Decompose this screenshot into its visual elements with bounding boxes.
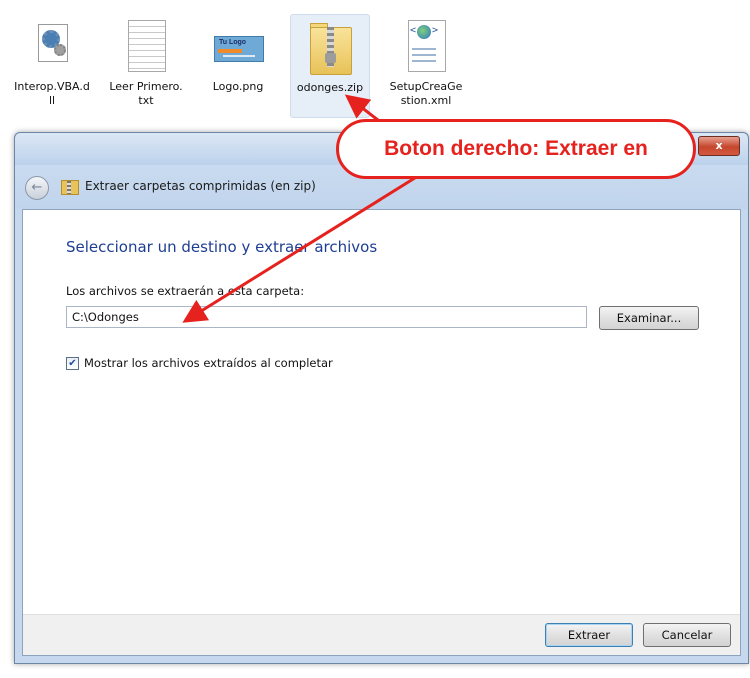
destination-input[interactable] (66, 306, 587, 328)
cancel-button[interactable]: Cancelar (643, 623, 731, 647)
file-item-logo-png[interactable]: Tu Logo Logo.png (198, 14, 278, 118)
text-file-icon (122, 20, 170, 76)
file-name: Logo.png (212, 80, 264, 93)
file-name: odonges.zip (296, 81, 364, 94)
zip-folder-icon (306, 21, 354, 77)
show-files-label: Mostrar los archivos extraídos al comple… (84, 356, 333, 370)
file-item-leer-primero[interactable]: Leer Primero.txt (106, 14, 186, 118)
browse-button[interactable]: Examinar... (599, 306, 699, 330)
show-files-checkbox[interactable]: ✔ (66, 357, 79, 370)
file-item-odonges-zip[interactable]: odonges.zip (290, 14, 370, 118)
file-item-setup-xml[interactable]: < > SetupCreaGestion.xml (386, 14, 466, 118)
file-name: Interop.VBA.dll (14, 80, 90, 107)
page-heading: Seleccionar un destino y extraer archivo… (66, 238, 378, 256)
close-button[interactable]: x (698, 136, 740, 156)
xml-file-icon: < > (402, 20, 450, 76)
file-item-interop-dll[interactable]: Interop.VBA.dll (12, 14, 92, 118)
wizard-content: Seleccionar un destino y extraer archivo… (22, 209, 741, 656)
annotation-callout: Boton derecho: Extraer en (336, 119, 696, 179)
dll-file-icon (28, 20, 76, 76)
file-name: Leer Primero.txt (109, 80, 183, 107)
file-name: SetupCreaGestion.xml (389, 80, 463, 107)
wizard-title: Extraer carpetas comprimidas (en zip) (85, 179, 316, 193)
image-file-icon: Tu Logo (214, 20, 264, 76)
extract-dialog: x ← Extraer carpetas comprimidas (en zip… (14, 132, 749, 664)
logo-thumbnail-text: Tu Logo (219, 39, 247, 46)
dialog-footer: Extraer Cancelar (23, 614, 740, 655)
extract-button[interactable]: Extraer (545, 623, 633, 647)
destination-label: Los archivos se extraerán a esta carpeta… (66, 284, 305, 298)
back-arrow-icon[interactable]: ← (25, 176, 49, 200)
zip-folder-small-icon (61, 180, 79, 195)
